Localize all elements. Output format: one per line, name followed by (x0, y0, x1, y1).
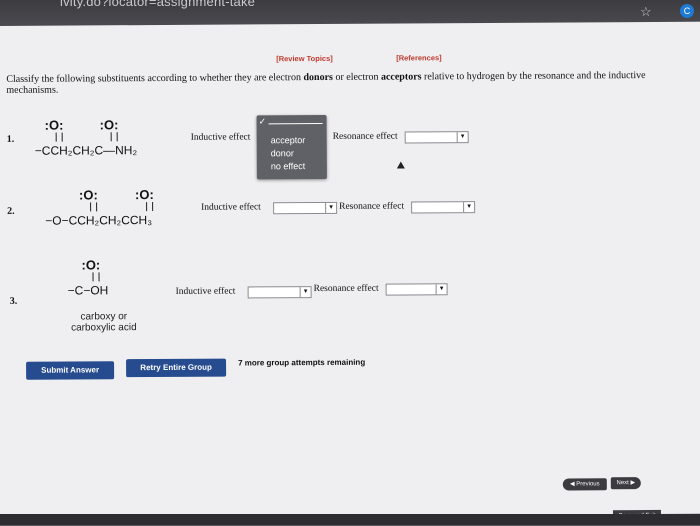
bookmark-star-icon[interactable]: ☆ (640, 4, 652, 20)
mouse-cursor (396, 161, 405, 169)
bottom-shadow (0, 514, 700, 525)
item-3-caption: carboxy or carboxylic acid (71, 311, 137, 334)
extension-icon[interactable]: C (680, 4, 694, 18)
inductive-dropdown-open[interactable]: ✓ acceptor donor no effect (256, 114, 327, 180)
item-3-inductive-label: Inductive effect (175, 286, 236, 297)
item-1-number: 1. (6, 133, 15, 145)
option-no-effect[interactable]: no effect (271, 161, 305, 171)
item-2-resonance-label: Resonance effect (339, 201, 405, 212)
blank-option[interactable] (268, 122, 323, 125)
review-topics-link[interactable]: [Review Topics] (276, 54, 333, 63)
previous-button[interactable]: ◀ Previous (562, 478, 607, 491)
submit-answer-button[interactable]: Submit Answer (26, 361, 115, 380)
chevron-down-icon: ▾ (435, 284, 447, 295)
carbonyl-oxygen: :O: (44, 117, 64, 133)
item-3-number: 3. (9, 295, 18, 307)
chevron-down-icon: ▾ (463, 202, 475, 213)
item-3-resonance-select[interactable]: ▾ (385, 283, 448, 296)
item-1-resonance-select[interactable]: ▾ (404, 131, 469, 144)
item-3-inductive-select[interactable]: ▾ (247, 286, 312, 299)
question-text: Classify the following substituents acco… (6, 70, 646, 96)
next-button[interactable]: Next ▶ (610, 477, 641, 490)
chevron-down-icon: ▾ (299, 287, 311, 298)
item-2-resonance-select[interactable]: ▾ (411, 201, 476, 214)
carbonyl-oxygen: :O: (134, 187, 154, 203)
item-1-inductive-label: Inductive effect (190, 132, 251, 143)
item-2-number: 2. (7, 205, 15, 217)
option-acceptor[interactable]: acceptor (271, 135, 306, 145)
retry-entire-group-button[interactable]: Retry Entire Group (126, 358, 227, 378)
carbonyl-oxygen: :O: (81, 257, 101, 273)
references-link[interactable]: [References] (396, 53, 441, 62)
checkmark-icon: ✓ (258, 116, 267, 127)
url-text[interactable]: ivity.do?locator=assignment-take (60, 0, 255, 9)
option-donor[interactable]: donor (271, 148, 294, 158)
chevron-down-icon: ▾ (456, 132, 468, 143)
item-2-inductive-label: Inductive effect (201, 202, 261, 213)
carbonyl-oxygen: :O: (78, 187, 98, 203)
carbonyl-oxygen: :O: (99, 117, 119, 133)
item-2-inductive-select[interactable]: ▾ (273, 201, 338, 215)
chevron-down-icon: ▾ (325, 202, 337, 213)
item-3-resonance-label: Resonance effect (313, 283, 379, 295)
item-1-resonance-label: Resonance effect (332, 131, 398, 142)
assignment-page: [Review Topics] [References] Classify th… (0, 21, 700, 523)
attempts-remaining-text: 7 more group attempts remaining (238, 357, 366, 368)
